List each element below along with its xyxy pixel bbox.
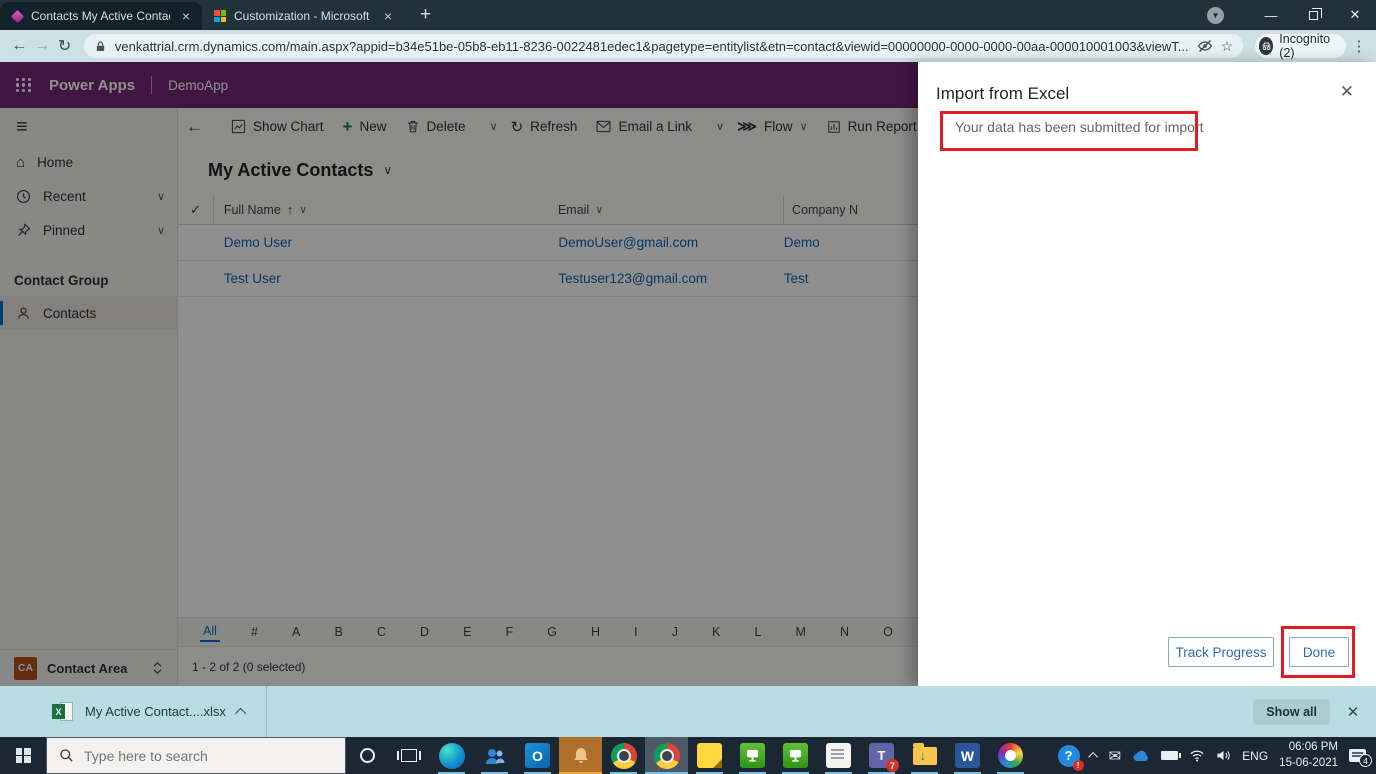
taskbar-search[interactable] [46, 737, 346, 774]
clock[interactable]: 06:06 PM 15-06-2021 [1279, 740, 1338, 771]
taskbar-downloads-folder[interactable]: ↓ [903, 737, 946, 774]
address-bar[interactable]: venkattrial.crm.dynamics.com/main.aspx?a… [84, 34, 1243, 58]
url-text: venkattrial.crm.dynamics.com/main.aspx?a… [115, 39, 1189, 54]
taskbar-edge[interactable] [430, 737, 473, 774]
sticky-notes-icon [697, 743, 722, 768]
taskbar-sticky-notes[interactable] [688, 737, 731, 774]
panel-title: Import from Excel [936, 84, 1069, 104]
chrome-incognito-icon [611, 743, 637, 769]
divider [266, 686, 267, 737]
taskbar-outlook[interactable]: O [516, 737, 559, 774]
tray-time: 06:06 PM [1289, 741, 1338, 753]
system-tray: ?! ✉ ENG 06:06 PM 15-06-2021 4 [1058, 737, 1376, 774]
incognito-icon [1259, 37, 1273, 55]
tab-title: Contacts My Active Contacts - Po [31, 9, 170, 23]
track-progress-button[interactable]: Track Progress [1168, 637, 1274, 667]
taskbar-notification-bell[interactable] [559, 737, 602, 774]
tab-title: Customization - Microsoft Dynam [234, 9, 372, 23]
browser-tab-bar: Contacts My Active Contacts - Po × Custo… [0, 0, 1376, 30]
cortana-icon [360, 748, 375, 763]
taskbar-chrome-incognito-1[interactable] [602, 737, 645, 774]
search-input[interactable] [84, 748, 314, 764]
paint-icon [998, 743, 1023, 768]
notification-count-badge: 4 [1359, 754, 1372, 767]
start-button[interactable] [0, 737, 46, 774]
teams-icon: T7 [869, 743, 894, 768]
people-icon [483, 744, 507, 768]
bookmark-star-icon[interactable]: ☆ [1221, 38, 1234, 55]
taskbar-screen-app-1[interactable] [731, 737, 774, 774]
taskbar-word[interactable]: W [946, 737, 989, 774]
notepad-icon [826, 743, 851, 768]
power-apps-favicon [11, 9, 24, 22]
search-icon [59, 748, 74, 763]
chevron-up-icon[interactable] [235, 707, 246, 718]
green-monitor-icon [740, 743, 765, 768]
windows-logo-icon [16, 748, 31, 763]
tray-expand-chevron-icon[interactable] [1088, 752, 1098, 762]
alert-badge: ! [1073, 760, 1084, 771]
chrome-incognito-icon [654, 743, 680, 769]
modal-dim-overlay [0, 62, 918, 686]
browser-toolbar: ← → ↻ venkattrial.crm.dynamics.com/main.… [0, 30, 1376, 62]
tray-date: 15-06-2021 [1279, 757, 1338, 769]
taskbar: O T7 ↓ W ?! ✉ ENG 06:06 PM 15-06-2021 4 [0, 737, 1376, 774]
microsoft-favicon [214, 10, 226, 22]
taskbar-chrome-incognito-2[interactable] [645, 737, 688, 774]
import-panel: Import from Excel ✕ Your data has been s… [918, 62, 1376, 686]
onedrive-cloud-icon[interactable] [1132, 750, 1150, 762]
incognito-badge[interactable]: Incognito (2) [1255, 34, 1346, 58]
panel-close-icon[interactable]: ✕ [1340, 82, 1354, 102]
forward-button[interactable]: → [31, 37, 54, 55]
download-bar-close-icon[interactable]: ✕ [1330, 703, 1376, 721]
battery-icon[interactable] [1161, 751, 1178, 760]
tab-customization[interactable]: Customization - Microsoft Dynam × [202, 2, 404, 30]
task-view-button[interactable] [388, 737, 430, 774]
bell-icon [571, 746, 591, 766]
lock-icon [94, 40, 107, 53]
window-minimize-button[interactable]: — [1250, 0, 1292, 30]
window-controls: ▼ — ✕ [1207, 0, 1376, 30]
show-all-button[interactable]: Show all [1253, 699, 1330, 725]
teams-badge: 7 [886, 759, 899, 772]
taskbar-screen-app-2[interactable] [774, 737, 817, 774]
taskbar-people[interactable] [473, 737, 516, 774]
download-filename: My Active Contact....xlsx [85, 704, 226, 719]
green-monitor-icon [783, 743, 808, 768]
taskbar-teams[interactable]: T7 [860, 737, 903, 774]
window-restore-button[interactable] [1292, 0, 1334, 30]
new-tab-button[interactable]: + [420, 4, 431, 26]
restore-icon [1309, 11, 1318, 20]
tab-close-icon[interactable]: × [380, 8, 396, 24]
outlook-icon: O [525, 743, 550, 768]
taskbar-paint[interactable] [989, 737, 1032, 774]
mail-tray-icon[interactable]: ✉ [1109, 747, 1122, 765]
eye-slash-icon[interactable] [1197, 38, 1213, 54]
taskbar-notepad[interactable] [817, 737, 860, 774]
tab-search-button[interactable]: ▼ [1207, 7, 1224, 24]
speaker-icon[interactable] [1216, 749, 1231, 762]
word-icon: W [955, 743, 980, 768]
incognito-label: Incognito (2) [1279, 32, 1334, 60]
excel-file-icon: X [52, 701, 73, 722]
help-app-icon[interactable]: ?! [1058, 745, 1080, 767]
wifi-icon[interactable] [1189, 749, 1205, 762]
tab-close-icon[interactable]: × [178, 8, 194, 24]
downloads-folder-icon: ↓ [913, 747, 937, 765]
tab-contacts[interactable]: Contacts My Active Contacts - Po × [0, 2, 202, 30]
annotation-box-message [940, 111, 1198, 151]
browser-menu-icon[interactable]: ⋮ [1350, 37, 1368, 55]
download-item[interactable]: X My Active Contact....xlsx [0, 686, 266, 737]
task-view-icon [401, 749, 417, 762]
download-bar: X My Active Contact....xlsx Show all ✕ [0, 686, 1376, 737]
window-close-button[interactable]: ✕ [1334, 0, 1376, 30]
cortana-button[interactable] [346, 737, 388, 774]
language-indicator[interactable]: ENG [1242, 749, 1268, 763]
action-center-icon[interactable]: 4 [1349, 749, 1366, 762]
annotation-box-done [1281, 626, 1355, 678]
back-button[interactable]: ← [8, 37, 31, 55]
reload-button[interactable]: ↻ [53, 36, 76, 56]
edge-icon [439, 743, 465, 769]
